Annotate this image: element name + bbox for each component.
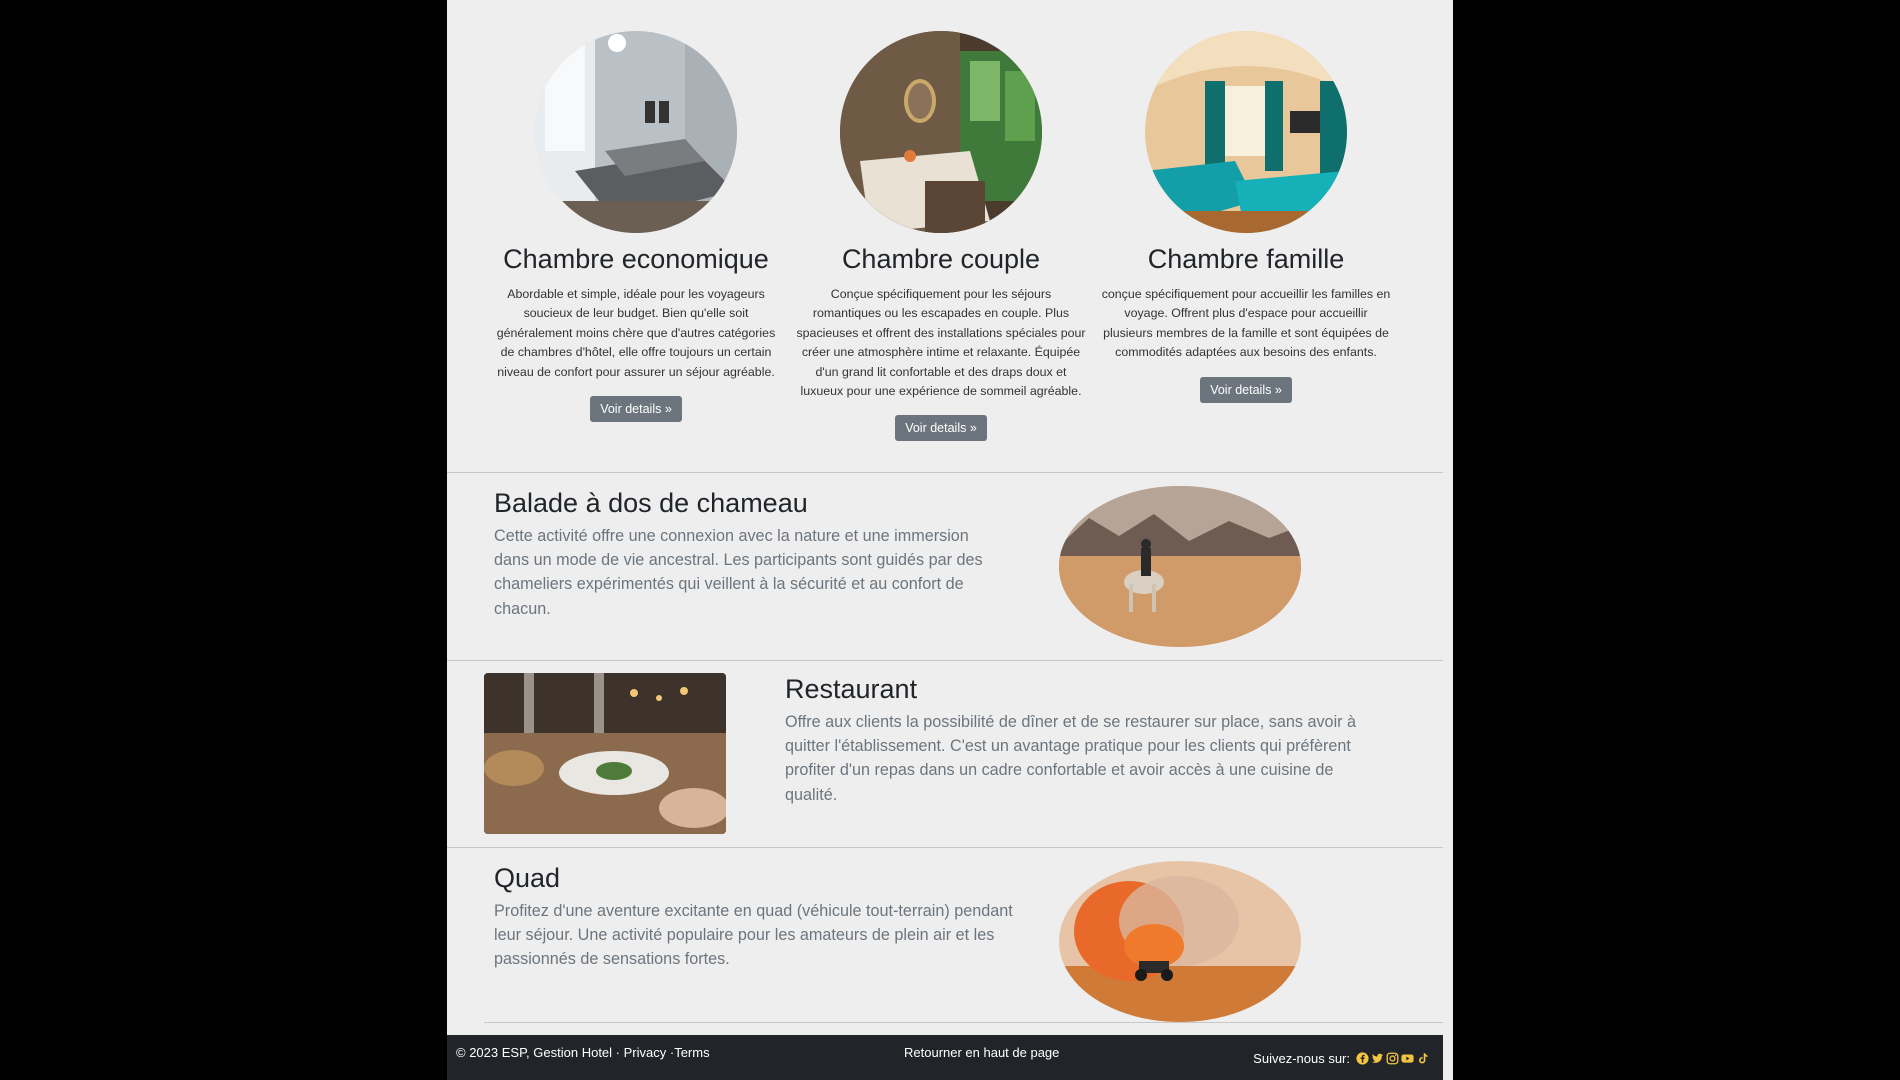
feature-title: Balade à dos de chameau bbox=[494, 488, 808, 518]
room-description: Abordable et simple, idéale pour les voy… bbox=[496, 287, 776, 379]
feature-quad: Quad Profitez d'une aventure excitante e… bbox=[494, 861, 1034, 972]
instagram-icon[interactable] bbox=[1386, 1052, 1399, 1065]
feature-title: Quad bbox=[494, 863, 561, 893]
section-divider bbox=[484, 1022, 1443, 1023]
room-title: Chambre famille bbox=[1147, 244, 1345, 274]
feature-text: Cette activité offre une connexion avec … bbox=[494, 527, 983, 618]
youtube-icon[interactable] bbox=[1401, 1052, 1414, 1065]
feature-title: Restaurant bbox=[785, 674, 918, 704]
room-description: Conçue spécifiquement pour les séjours r… bbox=[796, 287, 1086, 399]
facebook-icon[interactable] bbox=[1356, 1052, 1369, 1065]
room-card-couple: Chambre couple Conçue spécifiquement pou… bbox=[796, 31, 1086, 442]
feature-text: Offre aux clients la possibilité de dîne… bbox=[785, 713, 1357, 804]
quad-photo bbox=[1059, 861, 1301, 1022]
room-description: conçue spécifiquement pour accueillir le… bbox=[1101, 287, 1391, 360]
footer-separator: · bbox=[666, 1045, 675, 1060]
tiktok-icon[interactable] bbox=[1416, 1052, 1429, 1065]
room-details-button[interactable]: Voir details » bbox=[590, 396, 682, 423]
room-title: Chambre economique bbox=[503, 244, 769, 274]
copyright-text: © 2023 ESP, Gestion Hotel · bbox=[456, 1045, 624, 1060]
restaurant-photo bbox=[484, 673, 726, 834]
section-divider bbox=[447, 472, 1443, 473]
footer-copyright: © 2023 ESP, Gestion Hotel · Privacy ·Ter… bbox=[456, 1045, 710, 1060]
camel-photo bbox=[1059, 486, 1301, 647]
room-card-famille: Chambre famille conçue spécifiquement po… bbox=[1101, 31, 1391, 403]
page: Chambre economique Abordable et simple, … bbox=[447, 0, 1453, 1080]
back-to-top-link[interactable]: Retourner en haut de page bbox=[904, 1045, 1059, 1060]
section-divider bbox=[447, 847, 1443, 848]
feature-restaurant: Restaurant Offre aux clients la possibil… bbox=[785, 672, 1385, 807]
room-photo-famille bbox=[1145, 31, 1347, 233]
twitter-icon[interactable] bbox=[1371, 1052, 1384, 1065]
terms-link[interactable]: Terms bbox=[674, 1045, 709, 1060]
feature-text: Profitez d'une aventure excitante en qua… bbox=[494, 902, 1013, 969]
room-photo-economique bbox=[535, 31, 737, 233]
footer: © 2023 ESP, Gestion Hotel · Privacy ·Ter… bbox=[447, 1035, 1443, 1080]
section-divider bbox=[447, 660, 1443, 661]
feature-camel: Balade à dos de chameau Cette activité o… bbox=[494, 486, 1004, 621]
rooms-section: Chambre economique Abordable et simple, … bbox=[447, 0, 1453, 472]
room-title: Chambre couple bbox=[841, 244, 1041, 274]
room-details-button[interactable]: Voir details » bbox=[1200, 376, 1292, 403]
room-card-economique: Chambre economique Abordable et simple, … bbox=[491, 31, 781, 423]
follow-label: Suivez-nous sur: bbox=[1253, 1051, 1350, 1066]
room-photo-couple bbox=[840, 31, 1042, 233]
social-section: Suivez-nous sur: bbox=[1253, 1051, 1429, 1066]
privacy-link[interactable]: Privacy bbox=[624, 1045, 667, 1060]
room-details-button[interactable]: Voir details » bbox=[895, 415, 987, 442]
